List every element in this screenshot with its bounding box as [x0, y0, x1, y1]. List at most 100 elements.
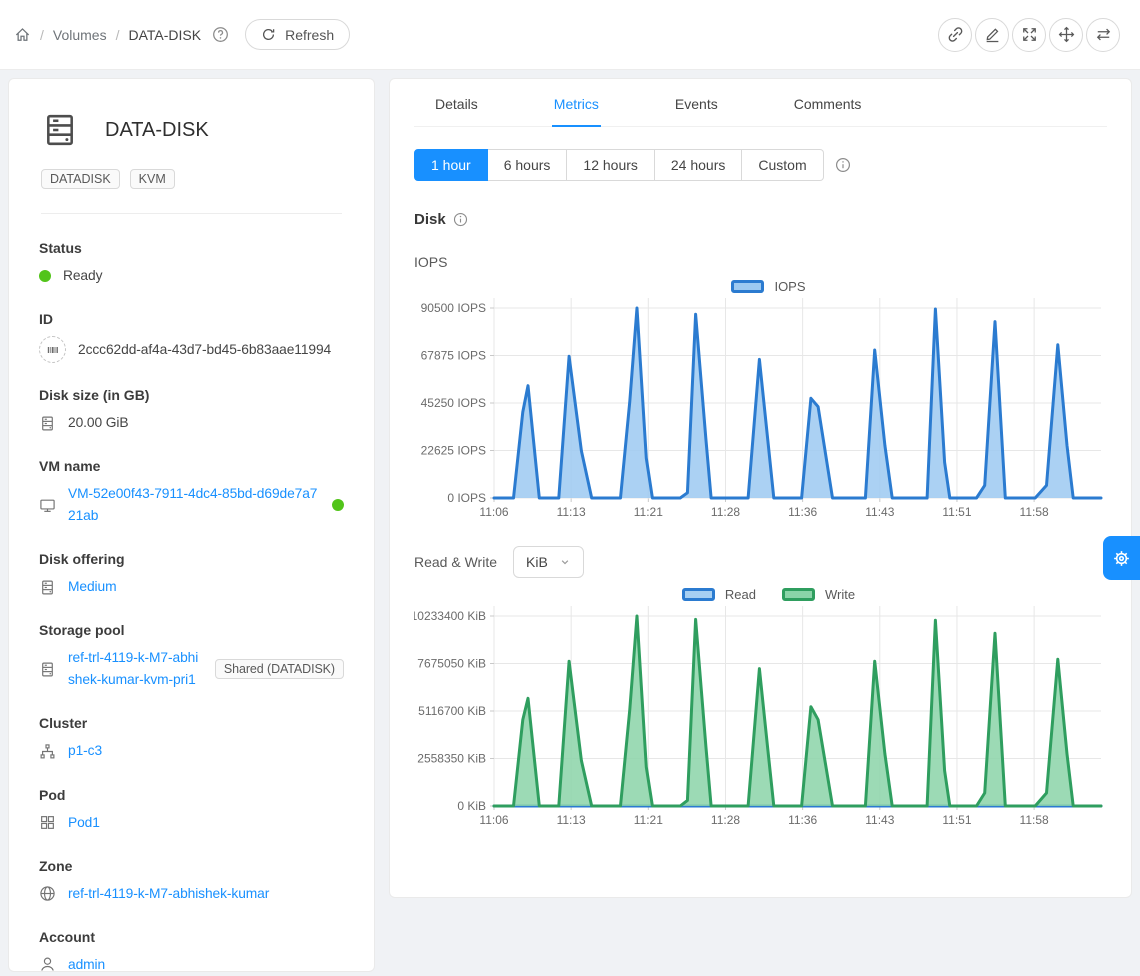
field-value-row: VM-52e00f43-7911-4dc4-85bd-d69de7a721ab: [39, 483, 344, 527]
field-account: Accountadmin: [39, 929, 344, 976]
refresh-label: Refresh: [285, 27, 334, 43]
field-id: ID2ccc62dd-af4a-43d7-bd45-6b83aae11994: [39, 311, 344, 363]
field-value-row: Ready: [39, 265, 344, 287]
migrate-button[interactable]: [1049, 18, 1083, 52]
desktop-icon: [39, 497, 56, 514]
time-range-row: 1 hour6 hours12 hours24 hoursCustom: [414, 149, 1107, 181]
divider: [41, 213, 342, 214]
svg-text:11:06: 11:06: [479, 505, 508, 519]
field-value-cluster[interactable]: p1-c3: [68, 740, 102, 762]
resize-button[interactable]: [1012, 18, 1046, 52]
field-label: Disk size (in GB): [39, 387, 344, 403]
read-write-chart: 11:0611:1311:2111:2811:3611:4311:5111:58…: [414, 606, 1108, 828]
unit-select[interactable]: KiB: [513, 546, 584, 578]
time-range-6-hours[interactable]: 6 hours: [488, 149, 568, 181]
svg-text:45250 IOPS: 45250 IOPS: [421, 396, 486, 410]
svg-text:2558350 KiB: 2558350 KiB: [417, 752, 486, 766]
read-write-row: Read & Write KiB: [414, 546, 1107, 578]
unit-select-value: KiB: [526, 554, 548, 570]
settings-fab[interactable]: [1103, 536, 1140, 580]
svg-text:11:43: 11:43: [865, 505, 894, 519]
svg-text:11:36: 11:36: [788, 813, 817, 827]
field-value-account[interactable]: admin: [68, 954, 105, 976]
volume-actions: [938, 18, 1126, 52]
read-write-legend: Read Write: [414, 584, 1107, 604]
refresh-button[interactable]: Refresh: [245, 19, 350, 50]
vm-running-dot: [332, 499, 344, 511]
time-range-custom[interactable]: Custom: [742, 149, 823, 181]
field-value-disk-offering[interactable]: Medium: [68, 576, 116, 598]
time-range-1-hour[interactable]: 1 hour: [414, 149, 488, 181]
tag-kvm: KVM: [130, 169, 175, 189]
link-icon: [947, 26, 964, 43]
info-icon[interactable]: [835, 157, 851, 173]
legend-swatch-iops[interactable]: [731, 280, 764, 293]
svg-text:11:58: 11:58: [1020, 813, 1049, 827]
breadcrumb-volumes[interactable]: Volumes: [53, 27, 107, 43]
svg-text:11:58: 11:58: [1020, 505, 1049, 519]
field-value-pod[interactable]: Pod1: [68, 812, 100, 834]
field-value-status: Ready: [63, 265, 102, 287]
legend-label-read: Read: [725, 587, 756, 602]
swap-button[interactable]: [1086, 18, 1120, 52]
swap-icon: [1095, 26, 1112, 43]
svg-text:11:13: 11:13: [557, 505, 586, 519]
field-label: Zone: [39, 858, 344, 874]
database-icon: [39, 415, 56, 432]
field-value-row: Pod1: [39, 812, 344, 834]
tab-comments[interactable]: Comments: [792, 79, 864, 126]
resource-title: DATA-DISK: [105, 119, 209, 142]
user-icon: [39, 956, 56, 973]
resource-fields: StatusReadyID2ccc62dd-af4a-43d7-bd45-6b8…: [33, 240, 350, 976]
tab-events[interactable]: Events: [673, 79, 720, 126]
time-range-24-hours[interactable]: 24 hours: [655, 149, 742, 181]
breadcrumb-current: DATA-DISK: [128, 27, 201, 43]
read-write-title: Read & Write: [414, 554, 497, 570]
expand-icon: [1021, 26, 1038, 43]
help-icon[interactable]: [212, 26, 229, 43]
detail-card: Details Metrics Events Comments 1 hour6 hou…: [389, 78, 1132, 898]
attach-link-button[interactable]: [938, 18, 972, 52]
tab-details[interactable]: Details: [433, 79, 480, 126]
legend-label-write: Write: [825, 587, 855, 602]
svg-text:11:28: 11:28: [711, 813, 740, 827]
svg-text:11:28: 11:28: [711, 505, 740, 519]
field-value-row: 20.00 GiB: [39, 412, 344, 434]
field-vm-name: VM nameVM-52e00f43-7911-4dc4-85bd-d69de7…: [39, 458, 344, 527]
field-value-storage-pool[interactable]: ref-trl-4119-k-M7-abhishek-kumar-kvm-pri…: [68, 647, 203, 691]
breadcrumb-separator: /: [116, 27, 120, 43]
field-disk-size-in-gb: Disk size (in GB) 20.00 GiB: [39, 387, 344, 434]
tab-metrics[interactable]: Metrics: [552, 79, 601, 126]
field-label: Storage pool: [39, 622, 344, 638]
svg-text:0 IOPS: 0 IOPS: [447, 491, 486, 505]
svg-text:11:51: 11:51: [942, 813, 971, 827]
field-value-id: 2ccc62dd-af4a-43d7-bd45-6b83aae11994: [78, 339, 331, 361]
resource-info-card: DATA-DISK DATADISKKVM StatusReadyID2ccc6…: [8, 78, 375, 972]
field-label: Pod: [39, 787, 344, 803]
badge-shared-datadisk: Shared (DATADISK): [215, 659, 344, 679]
field-zone: Zone ref-trl-4119-k-M7-abhishek-kumar: [39, 858, 344, 905]
legend-swatch-write[interactable]: [782, 588, 815, 601]
tab-bar: Details Metrics Events Comments: [414, 79, 1107, 127]
field-value-zone[interactable]: ref-trl-4119-k-M7-abhishek-kumar: [68, 883, 269, 905]
time-range-12-hours[interactable]: 12 hours: [567, 149, 654, 181]
info-icon[interactable]: [453, 212, 468, 227]
field-value-row: admin: [39, 954, 344, 976]
svg-text:90500 IOPS: 90500 IOPS: [421, 301, 486, 315]
home-icon[interactable]: [14, 26, 31, 43]
field-value-row: 2ccc62dd-af4a-43d7-bd45-6b83aae11994: [39, 336, 344, 363]
svg-text:5116700 KiB: 5116700 KiB: [418, 704, 486, 718]
move-icon: [1058, 26, 1075, 43]
edit-button[interactable]: [975, 18, 1009, 52]
svg-text:11:06: 11:06: [479, 813, 508, 827]
resource-header: DATA-DISK: [33, 107, 350, 147]
field-value-vm-name[interactable]: VM-52e00f43-7911-4dc4-85bd-d69de7a721ab: [68, 483, 320, 527]
gear-icon: [1111, 548, 1132, 569]
field-label: Disk offering: [39, 551, 344, 567]
disk-section-title: Disk: [414, 211, 1107, 228]
time-range-group: 1 hour6 hours12 hours24 hoursCustom: [414, 149, 824, 181]
database-icon: [39, 661, 56, 678]
barcode-icon: [39, 336, 66, 363]
chevron-down-icon: [559, 556, 571, 568]
legend-swatch-read[interactable]: [682, 588, 715, 601]
